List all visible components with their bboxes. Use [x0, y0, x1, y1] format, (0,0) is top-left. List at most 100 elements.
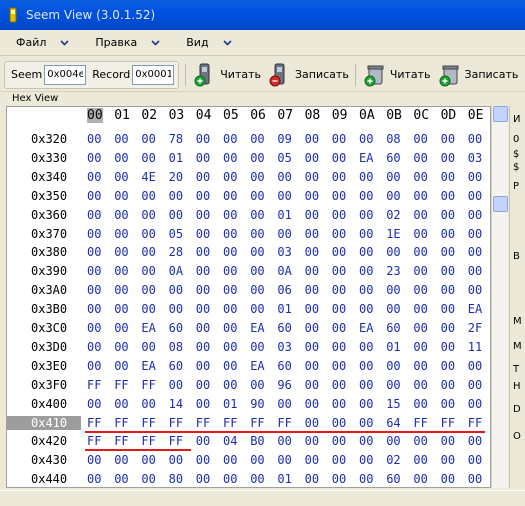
hex-byte[interactable]: 00 [386, 283, 400, 297]
hex-byte[interactable]: 00 [441, 453, 455, 467]
hex-byte[interactable]: 00 [114, 472, 128, 486]
hex-byte[interactable]: 00 [359, 359, 373, 373]
hex-byte[interactable]: 00 [196, 340, 210, 354]
hex-byte[interactable]: FF [413, 416, 427, 430]
read-file-button[interactable]: Читать [364, 63, 431, 87]
hex-byte[interactable]: 00 [441, 302, 455, 316]
hex-byte[interactable]: 00 [441, 245, 455, 259]
hex-byte[interactable]: 00 [87, 283, 101, 297]
hex-byte[interactable]: 00 [114, 208, 128, 222]
hex-byte[interactable]: 06 [277, 283, 291, 297]
hex-byte[interactable]: 00 [359, 340, 373, 354]
hex-byte[interactable]: 00 [386, 245, 400, 259]
hex-byte[interactable]: 00 [468, 434, 482, 448]
hex-byte[interactable]: 00 [305, 321, 319, 335]
hex-byte[interactable]: 00 [196, 472, 210, 486]
hex-byte[interactable]: 00 [141, 397, 155, 411]
hex-byte[interactable]: 11 [468, 340, 482, 354]
hex-byte[interactable]: 60 [277, 321, 291, 335]
hex-byte[interactable]: 00 [223, 321, 237, 335]
hex-byte[interactable]: FF [250, 416, 264, 430]
hex-byte[interactable]: 00 [305, 302, 319, 316]
hex-byte[interactable]: 00 [332, 340, 346, 354]
hex-byte[interactable]: 09 [277, 132, 291, 146]
hex-byte[interactable]: 0A [169, 264, 183, 278]
hex-byte[interactable]: 00 [441, 378, 455, 392]
hex-byte[interactable]: 60 [277, 359, 291, 373]
hex-byte[interactable]: 60 [386, 151, 400, 165]
write-file-button[interactable]: Записать [439, 63, 518, 87]
hex-byte[interactable]: 00 [359, 472, 373, 486]
hex-byte[interactable]: 00 [196, 321, 210, 335]
hex-byte[interactable]: 00 [359, 264, 373, 278]
hex-byte[interactable]: 00 [87, 151, 101, 165]
hex-byte[interactable]: 14 [169, 397, 183, 411]
hex-byte[interactable]: 00 [413, 434, 427, 448]
hex-byte[interactable]: 00 [141, 453, 155, 467]
hex-byte[interactable]: 00 [87, 302, 101, 316]
hex-byte[interactable]: 00 [468, 283, 482, 297]
hex-byte[interactable]: 00 [169, 283, 183, 297]
hex-byte[interactable]: 00 [305, 378, 319, 392]
hex-byte[interactable]: 00 [87, 170, 101, 184]
hex-byte[interactable]: 00 [441, 321, 455, 335]
hex-byte[interactable]: 00 [441, 359, 455, 373]
hex-byte[interactable]: 03 [277, 340, 291, 354]
hex-byte[interactable]: 00 [413, 132, 427, 146]
scroll-thumb[interactable] [493, 196, 508, 212]
hex-byte[interactable]: 00 [114, 151, 128, 165]
hex-byte[interactable]: 00 [223, 208, 237, 222]
hex-byte[interactable]: 00 [277, 170, 291, 184]
hex-byte[interactable]: 00 [413, 227, 427, 241]
hex-byte[interactable]: 03 [468, 151, 482, 165]
hex-byte[interactable]: 00 [413, 472, 427, 486]
hex-byte[interactable]: 00 [332, 472, 346, 486]
hex-byte[interactable]: 00 [413, 321, 427, 335]
hex-byte[interactable]: 00 [277, 434, 291, 448]
hex-byte[interactable]: 00 [87, 340, 101, 354]
hex-byte[interactable]: FF [87, 378, 101, 392]
hex-byte[interactable]: 00 [223, 453, 237, 467]
hex-byte[interactable]: 00 [114, 189, 128, 203]
hex-byte[interactable]: 00 [223, 170, 237, 184]
hex-byte[interactable]: FF [223, 416, 237, 430]
hex-byte[interactable]: 00 [359, 170, 373, 184]
hex-byte[interactable]: 00 [196, 378, 210, 392]
hex-byte[interactable]: 00 [196, 283, 210, 297]
hex-byte[interactable]: 00 [359, 227, 373, 241]
hex-byte[interactable]: FF [114, 416, 128, 430]
hex-byte[interactable]: 60 [386, 321, 400, 335]
hex-byte[interactable]: 28 [169, 245, 183, 259]
hex-byte[interactable]: 00 [141, 245, 155, 259]
hex-byte[interactable]: 00 [332, 208, 346, 222]
hex-byte[interactable]: 00 [250, 151, 264, 165]
hex-byte[interactable]: 00 [305, 227, 319, 241]
hex-byte[interactable]: 00 [305, 453, 319, 467]
hex-byte[interactable]: 00 [332, 321, 346, 335]
hex-byte[interactable]: 01 [169, 151, 183, 165]
hex-byte[interactable]: 00 [441, 472, 455, 486]
hex-byte[interactable]: 00 [332, 245, 346, 259]
hex-byte[interactable]: 00 [332, 264, 346, 278]
hex-byte[interactable]: 23 [386, 264, 400, 278]
scroll-up-button[interactable] [493, 106, 508, 122]
hex-byte[interactable]: 00 [359, 453, 373, 467]
hex-byte[interactable]: 00 [87, 397, 101, 411]
hex-byte[interactable]: FF [169, 434, 183, 448]
hex-byte[interactable]: 00 [141, 132, 155, 146]
hex-byte[interactable]: 00 [441, 340, 455, 354]
hex-byte[interactable]: 00 [196, 359, 210, 373]
hex-byte[interactable]: FF [277, 416, 291, 430]
hex-byte[interactable]: 03 [277, 245, 291, 259]
hex-byte[interactable]: 00 [359, 132, 373, 146]
hex-byte[interactable]: 00 [141, 208, 155, 222]
hex-byte[interactable]: EA [250, 321, 264, 335]
menu-edit[interactable]: Правка [95, 36, 160, 49]
hex-byte[interactable]: 00 [169, 208, 183, 222]
hex-byte[interactable]: 00 [223, 132, 237, 146]
hex-byte[interactable]: 00 [196, 434, 210, 448]
hex-byte[interactable]: 00 [196, 397, 210, 411]
hex-byte[interactable]: 00 [441, 283, 455, 297]
hex-byte[interactable]: 00 [332, 283, 346, 297]
hex-byte[interactable]: 00 [141, 472, 155, 486]
